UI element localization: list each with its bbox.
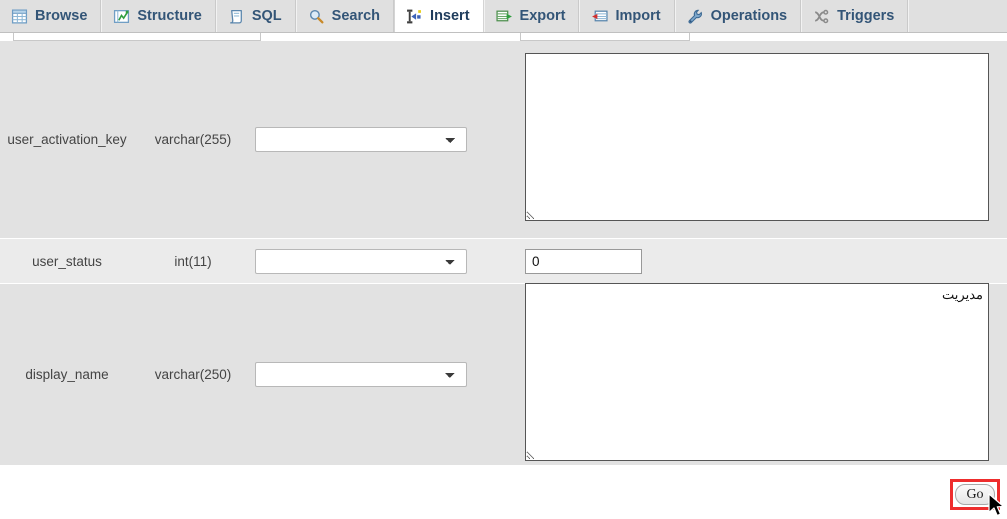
function-select[interactable] (255, 362, 467, 387)
wrench-icon (688, 9, 702, 24)
import-icon (592, 10, 609, 21)
tab-label: SQL (251, 8, 282, 24)
tab-label: Browse (35, 8, 88, 24)
tab-underlay-right (520, 33, 690, 41)
column-type: int(11) (174, 253, 212, 269)
tab-label: Export (519, 8, 566, 24)
tab-label: Search (331, 8, 381, 24)
tab-structure[interactable]: Structure (101, 0, 216, 32)
function-cell (248, 362, 513, 387)
tab-operations[interactable]: Operations (674, 0, 802, 32)
value-cell (513, 53, 1007, 226)
value-textarea[interactable]: مدیریت (525, 283, 989, 461)
table-row: user_activation_key varchar(255) (0, 41, 1007, 239)
tab-label: Import (615, 8, 661, 24)
triggers-icon (815, 9, 829, 23)
go-button[interactable]: Go (955, 484, 995, 505)
tab-browse[interactable]: Browse (0, 0, 102, 32)
function-select[interactable] (255, 248, 467, 274)
tab-label: Triggers (837, 8, 895, 24)
column-type: varchar(255) (154, 132, 232, 147)
column-name: user_status (32, 253, 102, 269)
browse-grid-icon (11, 8, 28, 24)
tab-label: Insert (430, 8, 470, 24)
tab-search[interactable]: Search (295, 0, 395, 32)
value-textarea[interactable] (525, 53, 989, 221)
function-select[interactable] (255, 127, 467, 152)
tab-sql[interactable]: SQL (215, 0, 296, 32)
value-input[interactable] (525, 248, 642, 274)
table-row: user_status int(11) (0, 239, 1007, 284)
tab-triggers[interactable]: Triggers (801, 0, 909, 32)
function-cell (248, 127, 513, 152)
table-tab-bar: Browse Structure SQL Search Insert Expor… (0, 0, 1007, 33)
function-cell (248, 248, 513, 274)
tab-label: Operations (710, 8, 788, 24)
export-icon (495, 10, 512, 21)
tab-bar-filler (908, 0, 1007, 32)
submit-row: Go (0, 468, 1007, 519)
tab-label: Structure (137, 8, 202, 24)
value-cell (513, 248, 1007, 274)
insert-row-icon (407, 9, 422, 23)
table-row: display_name varchar(250) مدیریت (0, 283, 1007, 466)
insert-form-table: user_activation_key varchar(255) user_st… (0, 41, 1007, 465)
sql-scroll-icon (229, 9, 242, 24)
column-name: display_name (25, 367, 109, 382)
phpmyadmin-insert-page: Browse Structure SQL Search Insert Expor… (0, 0, 1007, 519)
tab-insert[interactable]: Insert (394, 0, 484, 32)
value-cell: مدیریت (513, 283, 1007, 466)
tab-underlay-left (13, 33, 261, 41)
column-name: user_activation_key (7, 132, 127, 147)
column-type: varchar(250) (154, 367, 232, 382)
tab-import[interactable]: Import (579, 0, 675, 32)
search-magnifier-icon (309, 9, 324, 24)
structure-icon (114, 9, 130, 23)
tab-export[interactable]: Export (483, 0, 580, 32)
